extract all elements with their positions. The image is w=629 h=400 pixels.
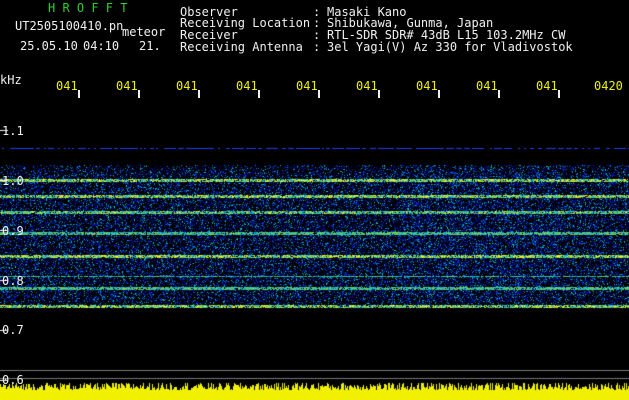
time-tick-mark xyxy=(378,90,380,98)
time-tick-label: 041 xyxy=(536,79,558,93)
time-tick-mark xyxy=(258,90,260,98)
frequency-unit: kHz xyxy=(0,73,22,87)
antenna-sep: : xyxy=(313,40,321,54)
freq-tick-label: 1.1 xyxy=(2,124,24,138)
date-label: 25.05.10 xyxy=(20,39,78,53)
time-tick-mark xyxy=(318,90,320,98)
time-tick-label: 041 xyxy=(416,79,438,93)
freq-tick-label: 1.0 xyxy=(2,174,24,188)
spectrogram xyxy=(0,100,629,400)
time-label: 04:10 xyxy=(83,39,120,53)
freq-tick-label: 0.9 xyxy=(2,224,24,238)
time-tick-mark xyxy=(438,90,440,98)
meteor-label: meteor xyxy=(122,25,166,39)
time-tick-label: 041 xyxy=(56,79,78,93)
time-tick-label: 041 xyxy=(116,79,138,93)
app-title: H R O F F T xyxy=(48,1,128,15)
time-tick-label: 041 xyxy=(296,79,318,93)
freq-tick-label: 0.8 xyxy=(2,274,24,288)
frame-number: 21. xyxy=(139,39,161,53)
time-tick-mark xyxy=(138,90,140,98)
time-tick-mark xyxy=(198,90,200,98)
hrofft-display: H R O F F T UT2505100410.pn meteor 25.05… xyxy=(0,0,629,400)
time-tick-label: 041 xyxy=(176,79,198,93)
antenna-value: 3el Yagi(V) Az 330 for Vladivostok xyxy=(327,40,573,54)
time-tick-label: 041 xyxy=(476,79,498,93)
time-tick-mark xyxy=(558,90,560,98)
freq-tick-label: 0.7 xyxy=(2,323,24,337)
time-tick-label: 0420 xyxy=(594,79,623,93)
filename-label: UT2505100410.pn xyxy=(15,19,124,33)
freq-tick-label: 0.6 xyxy=(2,373,24,387)
time-tick-label: 041 xyxy=(236,79,258,93)
time-tick-mark xyxy=(78,90,80,98)
time-tick-mark xyxy=(498,90,500,98)
antenna-label: Receiving Antenna xyxy=(180,40,303,54)
time-tick-label: 041 xyxy=(356,79,378,93)
